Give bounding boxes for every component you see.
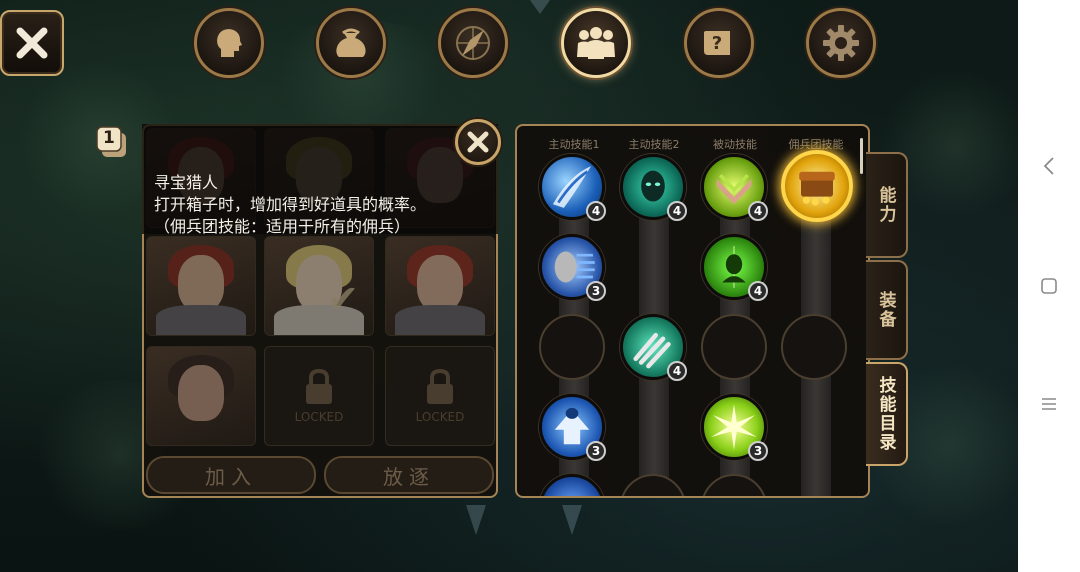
tab-skill-list[interactable]: 技能目录 xyxy=(866,362,908,466)
character-icon xyxy=(217,29,242,57)
party-number: 1 xyxy=(103,128,115,148)
path-arrow-icon xyxy=(530,0,550,14)
scrollbar[interactable] xyxy=(860,138,863,174)
skill-slot-empty[interactable] xyxy=(701,314,767,380)
close-icon xyxy=(467,131,489,153)
locked-label: LOCKED xyxy=(415,410,465,424)
tab-ability[interactable]: 能力 xyxy=(866,152,908,258)
skill-tooltip: 寻宝猎人 打开箱子时，增加得到好道具的概率。 （佣兵团技能：适用于所有的佣兵） xyxy=(142,124,498,236)
skill-blade-slash[interactable]: 4 xyxy=(539,154,606,221)
top-menu-map-button[interactable] xyxy=(438,8,508,78)
lock-icon xyxy=(427,368,453,404)
tab-equipment-label: 装备 xyxy=(875,291,896,329)
path-arrow-icon xyxy=(466,505,486,535)
back-button[interactable] xyxy=(1018,146,1080,186)
dismiss-button[interactable]: 放逐 xyxy=(324,456,494,494)
locked-slot: LOCKED xyxy=(385,346,495,446)
mercenaries-icon xyxy=(577,27,615,59)
locked-slot: LOCKED xyxy=(264,346,374,446)
column-header-passive: 被动技能 xyxy=(713,138,757,151)
path-arrow-icon xyxy=(562,505,582,535)
skill-slot-empty[interactable] xyxy=(620,474,686,496)
skill-partial[interactable] xyxy=(539,474,605,496)
skill-note: （佣兵团技能：适用于所有的佣兵） xyxy=(154,217,411,236)
close-menu-button[interactable] xyxy=(0,10,64,76)
check-icon: ✔ xyxy=(327,277,359,321)
skill-passive-chevron[interactable]: 4 xyxy=(701,154,768,221)
quest-scroll-icon: ? xyxy=(704,31,730,55)
skill-slot-empty[interactable] xyxy=(701,474,767,496)
top-menu-quest-button[interactable]: ? xyxy=(684,8,754,78)
mercenary-slot[interactable] xyxy=(146,346,256,446)
skill-treasure-hunter-selected[interactable] xyxy=(781,150,853,222)
column-header-active-1: 主动技能1 xyxy=(548,138,600,151)
skill-level: 3 xyxy=(748,441,768,461)
top-menu-mercenary-button[interactable] xyxy=(561,8,631,78)
tab-skill-list-label: 技能目录 xyxy=(875,376,896,452)
lock-icon xyxy=(306,368,332,404)
menu-button[interactable] xyxy=(1018,384,1080,424)
skill-level: 3 xyxy=(586,441,606,461)
locked-label: LOCKED xyxy=(294,410,344,424)
skill-tree-panel: 主动技能1 主动技能2 被动技能 佣兵团技能 4 4 4 3 4 4 3 3 xyxy=(515,124,870,498)
skill-starburst[interactable]: 3 xyxy=(701,394,768,461)
skill-level: 4 xyxy=(748,201,768,221)
skill-name: 寻宝猎人 xyxy=(154,173,219,192)
compass-icon xyxy=(456,26,490,60)
settings-gear-icon xyxy=(823,25,859,61)
top-menu-settings-button[interactable] xyxy=(806,8,876,78)
top-menu-character-button[interactable] xyxy=(194,8,264,78)
skill-arrow-up[interactable]: 3 xyxy=(539,394,606,461)
treasure-chest-icon xyxy=(799,171,835,206)
mercenary-slot[interactable] xyxy=(146,236,256,336)
back-chevron-icon xyxy=(1043,157,1054,175)
skill-slot-empty[interactable] xyxy=(781,314,847,380)
skill-level: 4 xyxy=(748,281,768,301)
skill-description: 打开箱子时，增加得到好道具的概率。 xyxy=(154,195,427,214)
skill-face-wave[interactable]: 3 xyxy=(539,234,606,301)
skill-level: 4 xyxy=(667,361,687,381)
mercenary-slot-selected[interactable]: ✔ xyxy=(264,236,374,336)
home-square-icon xyxy=(1041,278,1057,294)
skill-claw[interactable]: 4 xyxy=(620,314,687,381)
home-button[interactable] xyxy=(1018,266,1080,306)
skill-slot-empty[interactable] xyxy=(539,314,605,380)
skill-passive-aura[interactable]: 4 xyxy=(701,234,768,301)
tab-ability-label: 能力 xyxy=(875,186,896,224)
join-button[interactable]: 加入 xyxy=(146,456,316,494)
tab-equipment[interactable]: 装备 xyxy=(866,260,908,360)
column-header-active-2: 主动技能2 xyxy=(628,138,680,151)
tooltip-close-button[interactable] xyxy=(455,119,501,165)
system-navigation-bar xyxy=(1018,0,1080,572)
menu-lines-icon xyxy=(1042,398,1056,410)
top-menu-inventory-button[interactable] xyxy=(316,8,386,78)
inventory-bag-icon xyxy=(336,28,366,57)
skill-level: 3 xyxy=(586,281,606,301)
party-number-badge: 1 xyxy=(94,124,130,160)
svg-text:?: ? xyxy=(712,33,722,54)
skill-shadow-face[interactable]: 4 xyxy=(620,154,687,221)
skill-level: 4 xyxy=(586,201,606,221)
mercenary-slot[interactable] xyxy=(385,236,495,336)
close-icon xyxy=(16,27,48,59)
skill-level: 4 xyxy=(667,201,687,221)
